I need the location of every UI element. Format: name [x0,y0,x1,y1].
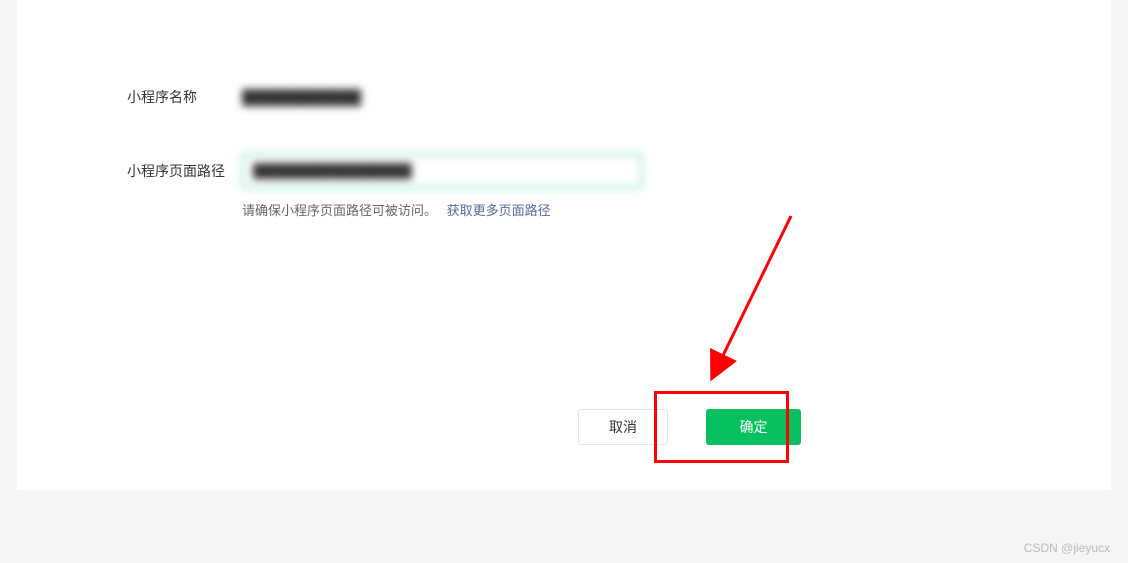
dialog-container: 小程序名称 ████████████ 小程序页面路径 请确保小程序页面路径可被访… [17,0,1111,490]
path-label: 小程序页面路径 [127,154,242,188]
get-more-paths-link[interactable]: 获取更多页面路径 [447,203,551,218]
path-value-container: 请确保小程序页面路径可被访问。 获取更多页面路径 [242,154,1111,219]
cancel-button[interactable]: 取消 [578,409,668,445]
annotation-arrow-icon [681,211,801,391]
help-text: 请确保小程序页面路径可被访问。 [242,203,437,218]
name-value-container: ████████████ [242,80,1111,114]
form-row-path: 小程序页面路径 请确保小程序页面路径可被访问。 获取更多页面路径 [17,154,1111,219]
form-row-name: 小程序名称 ████████████ [17,80,1111,114]
help-text-row: 请确保小程序页面路径可被访问。 获取更多页面路径 [242,200,1111,219]
name-value: ████████████ [242,80,1111,114]
dialog-footer: 取消 确定 [578,409,801,445]
name-label: 小程序名称 [127,80,242,114]
confirm-button[interactable]: 确定 [706,409,801,445]
watermark: CSDN @jieyucx [1024,541,1110,555]
path-input[interactable] [242,154,642,188]
